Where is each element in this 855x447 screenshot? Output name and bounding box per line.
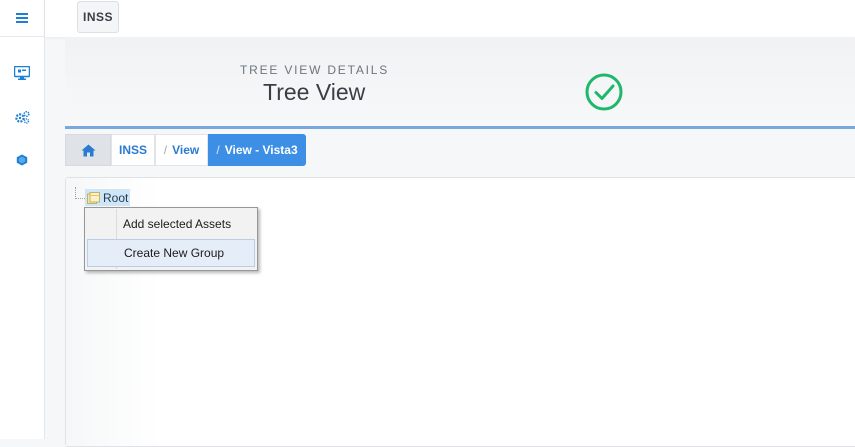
page-subtitle: TREE VIEW DETAILS — [240, 63, 390, 77]
page-header: TREE VIEW DETAILS Tree View — [65, 37, 855, 126]
breadcrumb-label: INSS — [118, 143, 147, 157]
page-title: Tree View — [263, 79, 366, 105]
top-bar: INSS — [45, 0, 855, 37]
menu-item-add-selected-assets[interactable]: Add selected Assets — [87, 210, 255, 238]
menu-toggle-button[interactable] — [0, 3, 44, 33]
hamburger-menu-icon — [16, 13, 28, 23]
breadcrumb-item-view[interactable]: / View — [155, 134, 208, 166]
monitor-icon — [14, 66, 30, 80]
breadcrumb-separator: / — [163, 143, 168, 157]
breadcrumb-item-inss[interactable]: INSS — [111, 134, 155, 166]
folder-icon — [87, 191, 100, 204]
tree-connector-line — [75, 198, 85, 199]
sidebar-item-monitor[interactable] — [0, 58, 44, 88]
sidebar-divider — [0, 36, 44, 37]
sidebar — [0, 0, 45, 439]
menu-item-create-new-group[interactable]: Create New Group — [87, 239, 255, 267]
sidebar-item-settings[interactable] — [0, 102, 44, 132]
breadcrumb-label: View - Vista3 — [224, 143, 298, 157]
cube-icon — [16, 154, 28, 166]
cogs-icon — [14, 110, 30, 124]
tree-node-label: Root — [103, 190, 129, 205]
tab-inss[interactable]: INSS — [77, 1, 119, 33]
breadcrumb-home[interactable] — [65, 134, 111, 166]
tree-node-root[interactable]: Root — [85, 189, 131, 206]
check-circle-icon — [585, 73, 623, 111]
breadcrumb-item-current[interactable]: / View - Vista3 — [208, 134, 306, 166]
context-menu: Add selected Assets Create New Group — [84, 207, 258, 271]
header-divider — [65, 126, 855, 129]
breadcrumb-label: View — [172, 143, 200, 157]
home-icon — [81, 144, 95, 156]
breadcrumb-separator: / — [216, 143, 220, 157]
sidebar-item-objects[interactable] — [0, 145, 44, 175]
